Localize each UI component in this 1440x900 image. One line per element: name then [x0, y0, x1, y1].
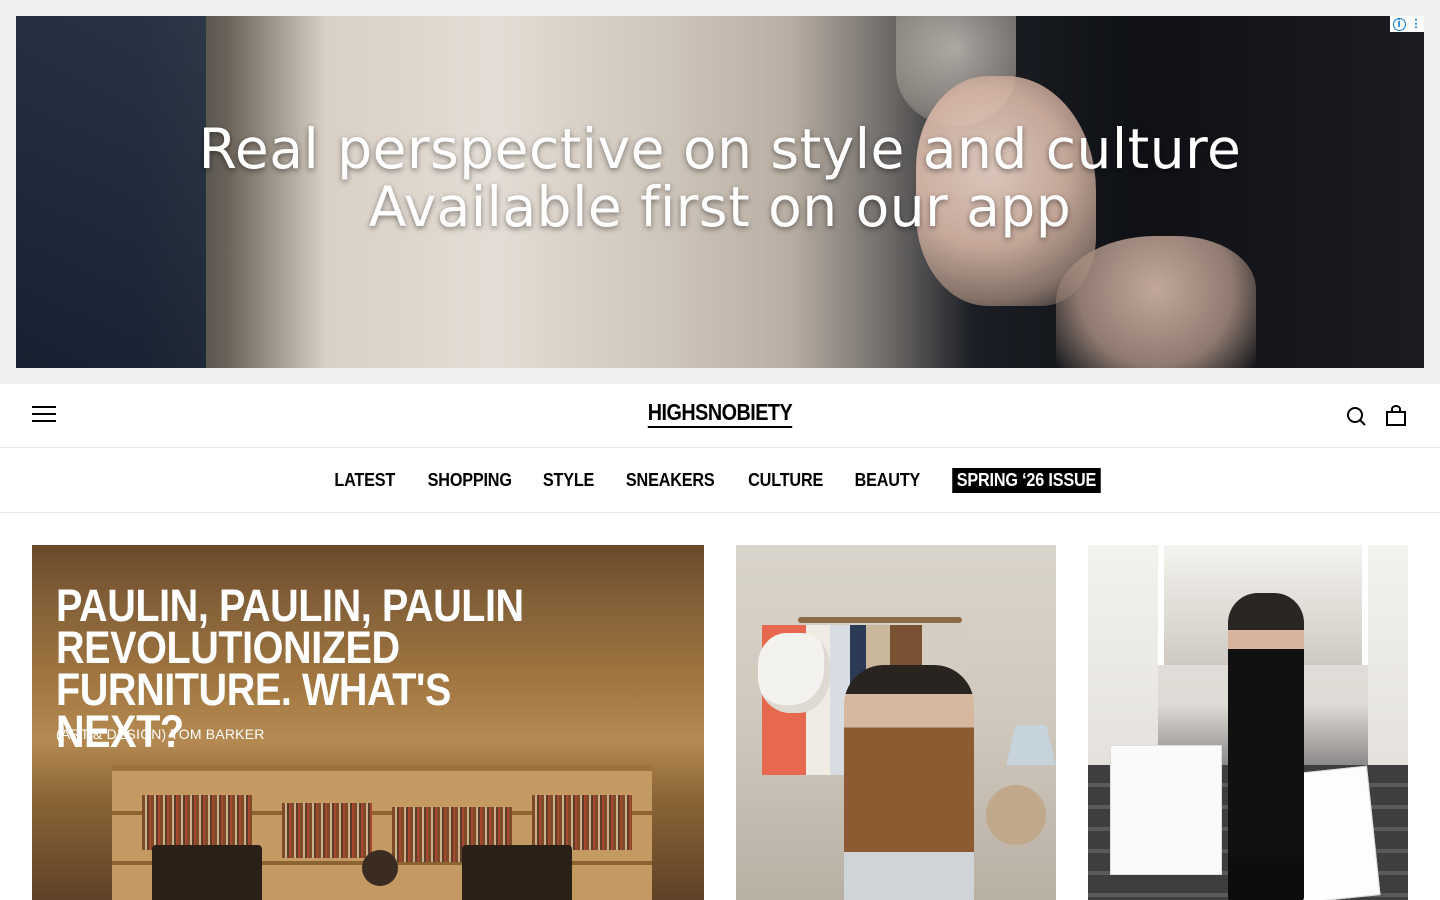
site-header: HIGHSNOBIETY [0, 384, 1440, 448]
card-image-person [844, 665, 974, 900]
card-image-bag [758, 633, 830, 713]
card-image-records [282, 803, 372, 858]
nav-culture[interactable]: CULTURE [748, 470, 823, 491]
card-image-lamp [1006, 725, 1056, 765]
featured-article-card[interactable]: PAULIN, PAULIN, PAULIN REVOLUTIONIZED FU… [32, 545, 704, 900]
card-image-lamp [362, 850, 398, 886]
ad-banner[interactable]: Real perspective on style and culture Av… [16, 16, 1424, 368]
nav-beauty[interactable]: BEAUTY [855, 470, 921, 491]
article-card[interactable] [736, 545, 1056, 900]
logo-text[interactable]: HIGHSNOBIETY [647, 400, 793, 428]
info-icon[interactable]: i [1392, 17, 1406, 31]
ad-headline: Real perspective on style and culture Av… [16, 120, 1424, 236]
card-image-records [142, 795, 252, 850]
card-image-rail [798, 617, 962, 623]
card-image-speaker [462, 845, 572, 900]
nav-spring-issue[interactable]: SPRING ‘26 ISSUE [952, 467, 1101, 493]
card-image-person [1228, 593, 1304, 900]
article-meta: (ART & DESIGN) TOM BARKER [56, 726, 265, 742]
card-image-speaker [152, 845, 262, 900]
card-image-storefront [1368, 545, 1408, 775]
shopping-bag-icon[interactable] [1384, 404, 1408, 428]
card-image-shopping-bag [1110, 745, 1222, 875]
nav-latest[interactable]: LATEST [335, 470, 396, 491]
more-vertical-icon[interactable]: ⋮ [1411, 16, 1422, 32]
card-image-vase [986, 785, 1046, 845]
site-logo[interactable]: HIGHSNOBIETY [0, 400, 1440, 428]
main-navigation: LATEST SHOPPING STYLE SNEAKERS CULTURE B… [0, 448, 1440, 513]
card-image-records [532, 795, 632, 850]
ad-banner-container: Real perspective on style and culture Av… [0, 0, 1440, 384]
nav-sneakers[interactable]: SNEAKERS [626, 470, 715, 491]
article-title-line[interactable]: REVOLUTIONIZED [56, 625, 584, 670]
ad-choices[interactable]: i ⋮ [1390, 16, 1424, 32]
nav-shopping[interactable]: SHOPPING [427, 470, 511, 491]
search-icon[interactable] [1344, 404, 1368, 428]
ad-headline-line1: Real perspective on style and culture [198, 117, 1242, 181]
nav-style[interactable]: STYLE [543, 470, 594, 491]
article-title-line[interactable]: PAULIN, PAULIN, PAULIN [56, 583, 584, 628]
ad-image-hand [1056, 236, 1256, 368]
card-image-storefront [1088, 545, 1158, 775]
article-card[interactable] [1088, 545, 1408, 900]
ad-headline-line2: Available first on our app [368, 175, 1072, 239]
